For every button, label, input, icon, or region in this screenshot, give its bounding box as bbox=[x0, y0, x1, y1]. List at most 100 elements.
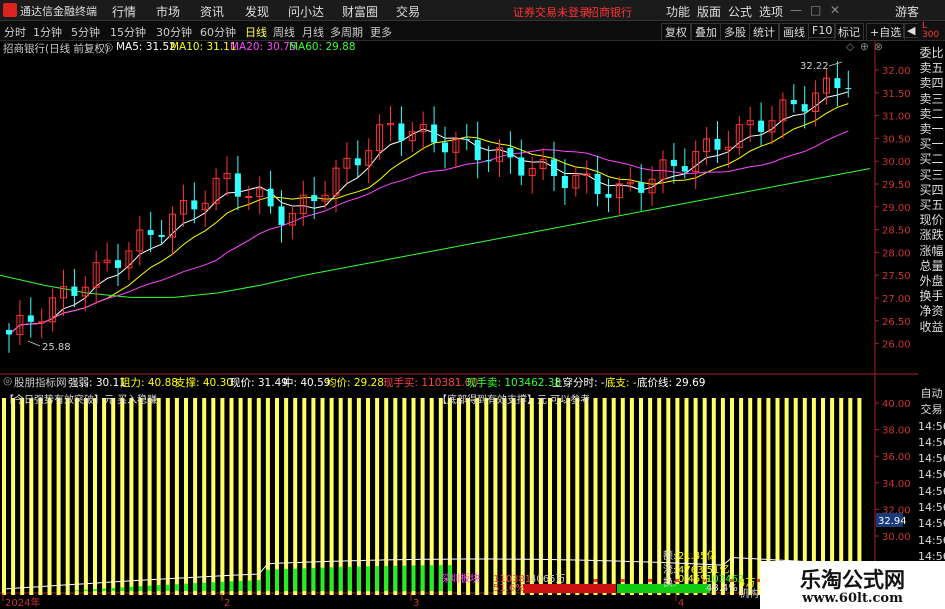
support-bar bbox=[147, 585, 152, 591]
collapse-panel-icon[interactable]: ◀ bbox=[903, 23, 920, 38]
draw-line-button[interactable]: 画线 bbox=[779, 23, 809, 41]
menu-faxian[interactable]: 发现 bbox=[245, 3, 269, 20]
support-bar bbox=[275, 569, 279, 591]
tick-item: 14:56 bbox=[918, 501, 945, 515]
ind-item-8: 现手卖: 103462.38 bbox=[466, 377, 562, 389]
quote-label: 涨跌 bbox=[919, 228, 944, 243]
menu-jiaoyi[interactable]: 交易 bbox=[396, 3, 420, 20]
tf-more[interactable]: 更多 bbox=[370, 24, 392, 40]
resistance-bar bbox=[538, 398, 543, 595]
resistance-bar bbox=[457, 398, 461, 595]
date-axis: 2024年 2 3 4 bbox=[2, 593, 684, 609]
close-icon[interactable]: ✕ bbox=[830, 3, 840, 17]
quote-label: 买五 bbox=[919, 198, 944, 213]
title-bar: 通达信金融终端 行情 市场 资讯 发现 问小达 财富圈 交易 证券交易未登录 招… bbox=[0, 0, 945, 21]
ind-tick-label: 36.00 bbox=[882, 452, 911, 463]
sector-label[interactable]: 深圳板块 bbox=[440, 570, 480, 585]
minimize-icon[interactable]: — bbox=[790, 3, 802, 17]
tick-list: 自动交易14:5614:5614:5614:5614:5614:5614:561… bbox=[918, 386, 945, 565]
ind-item-2: 阻力: 40.88 bbox=[120, 377, 178, 389]
tf-15min[interactable]: 15分钟 bbox=[110, 24, 146, 40]
support-bar bbox=[366, 566, 370, 591]
multi-stock-button[interactable]: 多股 bbox=[720, 23, 750, 41]
fuquan-button[interactable]: 复权 bbox=[661, 23, 691, 41]
resistance-bar bbox=[211, 398, 216, 595]
candle-body-down bbox=[594, 173, 601, 195]
quote-label: 净资 bbox=[919, 304, 944, 319]
ma20-line bbox=[8, 130, 849, 335]
current-value: 32.94 bbox=[878, 516, 907, 527]
chart-canvas[interactable]: 32.00 31.50 31.00 30.50 30.00 29.50 29.00 28.50… bbox=[0, 41, 918, 609]
amount-value: 21.45亿 bbox=[678, 551, 717, 562]
support-bar bbox=[93, 589, 97, 591]
stock-name-link[interactable]: 招商银行 bbox=[588, 4, 632, 20]
ind-item-6: 均价: 29.28 bbox=[326, 377, 384, 389]
support-bar bbox=[265, 569, 270, 591]
menu-shichang[interactable]: 市场 bbox=[156, 3, 180, 20]
f10-button[interactable]: F10 bbox=[808, 23, 837, 38]
resistance-bar bbox=[611, 398, 616, 595]
tf-multi[interactable]: 多周期 bbox=[330, 24, 363, 40]
tf-monthly[interactable]: 月线 bbox=[302, 24, 324, 40]
resistance-bar bbox=[47, 398, 52, 595]
resistance-bar bbox=[93, 398, 97, 595]
signal-dot bbox=[620, 579, 625, 582]
resistance-bar bbox=[620, 398, 625, 595]
resistance-bar bbox=[184, 398, 188, 595]
menu-xuanxiang[interactable]: 选项 bbox=[759, 3, 783, 20]
ind-item-11: 底价线: 29.69 bbox=[637, 377, 706, 389]
tick-item: 14:56 bbox=[918, 533, 945, 547]
indicator-settings-icon[interactable]: ◎ bbox=[3, 375, 12, 387]
maximize-icon[interactable]: □ bbox=[810, 3, 821, 17]
ind-tick-label: 34.00 bbox=[882, 479, 911, 490]
tick-item[interactable]: 交易 bbox=[918, 402, 945, 418]
candle-body-down bbox=[267, 188, 274, 207]
tick-item[interactable]: 自动 bbox=[918, 386, 945, 402]
menu-caifuquan[interactable]: 财富圈 bbox=[342, 3, 378, 20]
candle-body-down bbox=[518, 157, 525, 176]
turnover-label: 换: bbox=[663, 578, 677, 589]
candle-body-down bbox=[442, 142, 448, 153]
tf-30min[interactable]: 30分钟 bbox=[156, 24, 192, 40]
overlay-button[interactable]: 叠加 bbox=[691, 23, 721, 41]
support-bar bbox=[83, 589, 88, 591]
resistance-bar bbox=[529, 398, 534, 595]
watermark-title: 乐淘公式网 bbox=[800, 568, 905, 592]
guest-user[interactable]: 游客 bbox=[895, 3, 919, 20]
resistance-bar bbox=[584, 398, 589, 595]
tf-weekly[interactable]: 周线 bbox=[273, 24, 295, 40]
resistance-bar bbox=[384, 398, 389, 595]
resistance-bar bbox=[193, 398, 198, 595]
support-bar bbox=[247, 580, 252, 591]
resistance-bar bbox=[575, 398, 580, 595]
indicator-bars bbox=[2, 398, 862, 595]
tf-60min[interactable]: 60分钟 bbox=[200, 24, 236, 40]
mark-button[interactable]: 标记 bbox=[834, 23, 864, 41]
tf-5min[interactable]: 5分钟 bbox=[71, 24, 100, 40]
menu-banmian[interactable]: 版面 bbox=[697, 3, 721, 20]
add-watchlist-button[interactable]: +自选 bbox=[866, 23, 906, 41]
quote-label: 卖二 bbox=[919, 106, 944, 121]
ind-item-7: 现手买: 110381.00 bbox=[383, 377, 479, 389]
tf-1min[interactable]: 1分钟 bbox=[33, 24, 62, 40]
menu-gongshi[interactable]: 公式 bbox=[728, 3, 752, 20]
candle-body-down bbox=[507, 147, 514, 158]
menu-gongneng[interactable]: 功能 bbox=[666, 3, 690, 20]
menu-hangqing[interactable]: 行情 bbox=[112, 3, 136, 20]
support-bar bbox=[120, 587, 125, 591]
quote-label: 现价 bbox=[919, 213, 944, 228]
stats-button[interactable]: 统计 bbox=[749, 23, 779, 41]
trade-login-status[interactable]: 证券交易未登录 bbox=[513, 4, 590, 20]
resistance-bar bbox=[120, 398, 125, 595]
resistance-bar bbox=[256, 398, 261, 595]
menu-zixun[interactable]: 资讯 bbox=[200, 3, 224, 20]
quote-label: 涨幅 bbox=[919, 243, 944, 258]
candle-body-down bbox=[463, 138, 470, 140]
candle-body-down bbox=[790, 99, 797, 105]
resistance-bar bbox=[366, 398, 370, 595]
menu-wenxiaoda[interactable]: 问小达 bbox=[288, 3, 324, 20]
tf-daily[interactable]: 日线 bbox=[245, 24, 267, 40]
tf-fenshi[interactable]: 分时 bbox=[4, 24, 26, 40]
quote-label: 买四 bbox=[919, 182, 944, 197]
support-bar bbox=[74, 590, 79, 591]
